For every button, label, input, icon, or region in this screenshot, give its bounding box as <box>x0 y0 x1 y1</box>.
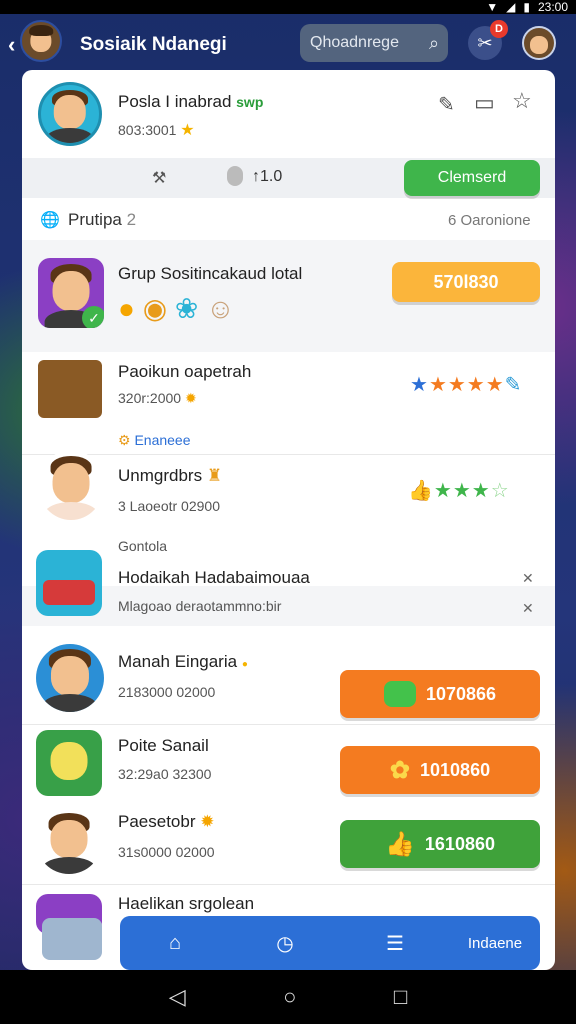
search-icon[interactable]: ⌕ <box>420 33 448 54</box>
search-value: Qhoadnrege <box>310 34 399 51</box>
item-avatar <box>36 730 102 796</box>
rating-stars: ★★★★★✎ <box>410 374 523 396</box>
section-icon: 🌐 <box>40 212 60 229</box>
profile-name: Posla I inabrad swp <box>118 92 264 111</box>
expand-icon[interactable]: ✕ <box>522 570 534 587</box>
clock-icon[interactable]: ◷ <box>230 931 340 956</box>
collapse-icon[interactable]: ✕ <box>522 600 534 617</box>
medal-badge-icon: ◉ <box>142 293 168 324</box>
group-avatar: ✓ <box>38 258 104 328</box>
back-arrow-icon[interactable]: ‹ <box>8 32 15 58</box>
home-icon[interactable]: ⌂ <box>120 932 230 955</box>
tools-icon[interactable]: ✂ D <box>468 20 508 60</box>
home-circle-icon[interactable]: ○ <box>283 984 296 1010</box>
robot-avatar <box>36 550 102 616</box>
treasure-chest-icon <box>38 360 102 418</box>
profile-sub: 803:3001 ★ <box>118 122 195 139</box>
gift-icon: ✿ <box>389 756 411 784</box>
status-bar: ▼ ◢ ▮ 23:00 <box>0 0 576 14</box>
item-title: Manah Eingaria ● <box>118 652 248 671</box>
signal-icon: ◢ <box>506 0 516 14</box>
app-avatar <box>20 20 62 62</box>
item-avatar <box>38 450 104 520</box>
action-button[interactable]: 👍 1610860 <box>340 820 540 868</box>
bookmark-icon[interactable]: ▭ <box>474 90 495 116</box>
toggle-icon[interactable] <box>227 166 243 186</box>
character-badge-icon: ☺ <box>206 293 235 324</box>
group-badges: ● ◉ ❀ ☺ <box>118 292 235 325</box>
rating-stars: 👍★★★☆ <box>408 480 510 502</box>
action-button[interactable]: 1070866 <box>340 670 540 718</box>
verified-icon: ✓ <box>82 306 104 328</box>
item-label: Gontola <box>118 538 168 554</box>
favorite-star-icon[interactable]: ☆ <box>512 88 532 114</box>
confirm-button[interactable]: Clemserd <box>404 160 540 196</box>
notification-badge: D <box>490 20 508 38</box>
system-nav-bar: ◁ ○ □ <box>0 970 576 1024</box>
item-sub: 2183000 02000 <box>118 684 216 700</box>
item-title: Paesetobr ✹ <box>118 812 215 831</box>
list-icon[interactable]: ☰ <box>340 931 450 956</box>
thumbs-up-icon: 👍 <box>385 830 415 858</box>
item-label: ⚙ Enaneee <box>118 432 191 448</box>
item-title: Poite Sanail <box>118 736 209 755</box>
section-title: Prutipa 2 <box>68 210 137 229</box>
item-title: Hodaikah Hadabaimouaa <box>118 568 310 587</box>
search-input[interactable]: Qhoadnrege ⌕ <box>300 24 448 62</box>
game-controller-icon <box>383 681 416 707</box>
ribbon-badge-icon: ❀ <box>174 293 199 324</box>
battery-icon: ▮ <box>523 0 530 14</box>
tools-filter-icon[interactable]: ⚒ <box>152 168 166 188</box>
profile-avatar[interactable] <box>38 82 102 146</box>
filter-value: ↑1.0 <box>252 168 283 185</box>
bottom-nav-label[interactable]: Indaene <box>450 935 540 952</box>
user-avatar[interactable] <box>522 26 556 60</box>
item-sub: 320r:2000 ✹ <box>118 390 197 406</box>
item-sub: 31s0000 02000 <box>118 844 215 860</box>
back-icon[interactable]: ◁ <box>169 984 186 1010</box>
section-link[interactable]: 6 Oaronione <box>448 212 531 229</box>
star-icon: ★ <box>180 122 195 139</box>
item-title: Unmgrdbrs ♜ <box>118 466 223 485</box>
item-title: Haelikan srgolean <box>118 894 255 913</box>
page-title: Sosiaik Ndanegi <box>80 34 227 55</box>
item-avatar <box>36 644 104 712</box>
group-action-button[interactable]: 570l830 <box>392 262 540 302</box>
main-card: Posla I inabrad swp 803:3001 ★ ✎ ▭ ☆ ⚒ ↑… <box>22 70 555 970</box>
wifi-icon: ▼ <box>486 0 499 14</box>
item-sub: Mlagoao deraotammno:bir <box>118 598 282 614</box>
bottom-nav: ⌂ ◷ ☰ Indaene <box>120 916 540 970</box>
item-title: Paoikun oapetrah <box>118 362 252 381</box>
video-tool-icon[interactable] <box>42 918 102 960</box>
group-title: Grup Sositincakaud lotal <box>118 264 303 283</box>
coin-badge-icon: ● <box>118 293 135 324</box>
top-bar: ‹ Sosiaik Ndanegi Qhoadnrege ⌕ ✂ D <box>0 14 576 72</box>
item-sub: 32:29a0 32300 <box>118 766 212 782</box>
edit-icon[interactable]: ✎ <box>438 92 455 117</box>
item-sub: 3 Laoeotr 02900 <box>118 498 220 514</box>
item-avatar <box>36 808 102 874</box>
recents-icon[interactable]: □ <box>394 984 407 1010</box>
action-button[interactable]: ✿ 1010860 <box>340 746 540 794</box>
profile-tag: swp <box>236 94 264 110</box>
status-time: 23:00 <box>537 0 568 14</box>
